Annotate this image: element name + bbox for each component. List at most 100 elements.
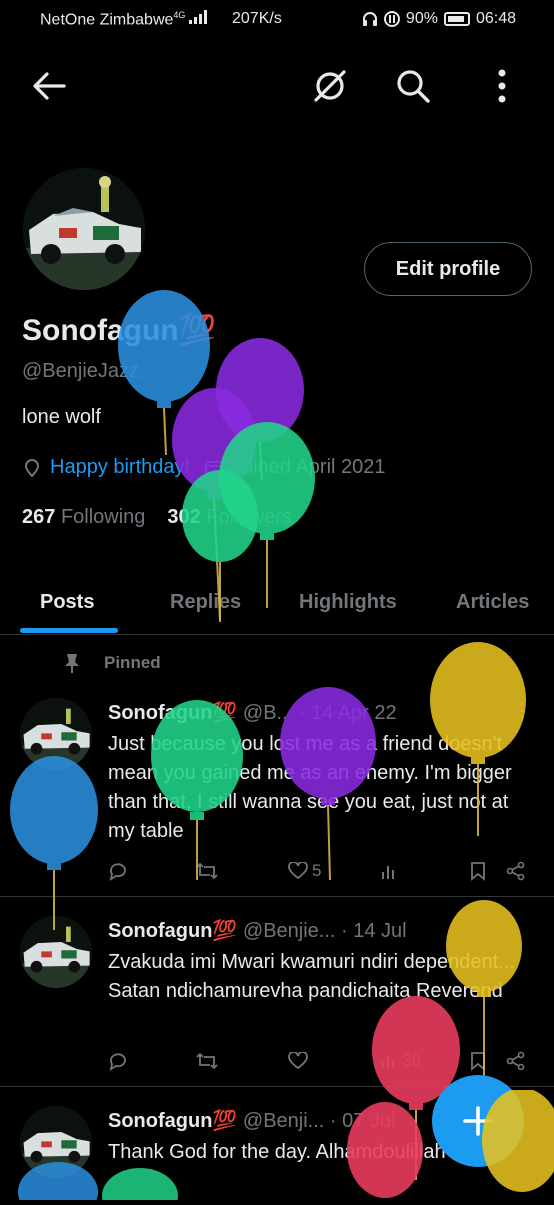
top-bar [0,52,554,122]
reply-icon [109,863,126,881]
profile-handle: @BenjieJazz [22,360,140,382]
tab-highlights[interactable]: Highlights [299,570,397,634]
views-icon [382,1056,394,1069]
car-photo [20,916,92,988]
calendar-icon [205,460,224,477]
profile-avatar[interactable] [20,165,148,293]
edit-profile-button[interactable]: Edit profile [364,242,532,296]
search-button[interactable] [391,64,435,108]
heart-icon [288,862,308,880]
reply-icon [109,1053,126,1071]
pinned-text: Pinned [104,653,161,672]
post-author[interactable]: Sonofagun💯 [108,920,237,942]
like-button[interactable] [288,1052,308,1070]
post-item[interactable]: Sonofagun💯 @B... · 14 Apr 22 ⋮ Just beca… [0,680,554,897]
profile-tabs: Posts Replies Highlights Articles [0,570,554,635]
repost-icon [196,1052,218,1070]
pinned-label: Pinned [64,652,161,674]
followers-link[interactable]: 302 Followers [167,506,292,529]
post-avatar[interactable] [20,698,92,770]
post-avatar[interactable] [20,916,92,988]
post-item[interactable]: Sonofagun💯 @Benjie... · 14 Jul Zvakuda i… [0,898,554,1087]
location-pin-icon [24,458,40,477]
back-button[interactable] [27,64,71,108]
post-text: Just because you lost me as a friend doe… [108,733,512,842]
post-header: Sonofagun💯 @Benjie... · 14 Jul [108,918,407,943]
share-button[interactable] [506,1051,526,1071]
profile-name: Sonofagun💯 [22,314,216,347]
search-icon [397,70,430,103]
birthday-link[interactable]: Happy birthday! [50,456,190,479]
battery-percent: 90% [405,10,438,27]
grok-button[interactable] [308,64,352,108]
bookmark-icon [471,1052,485,1071]
arrow-left-icon [33,72,66,100]
headphones-icon [362,12,377,26]
views-button[interactable]: 36 [380,1051,421,1071]
plus-icon [463,1106,493,1136]
post-header: Sonofagun💯 @B... · 14 Apr 22 [108,700,397,725]
like-button[interactable]: 5 [288,861,321,881]
signal-icon [189,10,208,25]
bookmark-icon [471,862,485,881]
following-count: 267 [22,506,56,528]
joined-date: Joined April 2021 [232,456,386,478]
car-photo [20,1106,92,1178]
network-speed: 207K/s [232,10,282,27]
post-author[interactable]: Sonofagun💯 [108,702,237,724]
status-right: 90% 06:48 [362,10,516,28]
share-icon [506,861,525,881]
bookmark-button[interactable] [470,861,486,881]
post-text: Zvakuda imi Mwari kwamuri ndiri dependen… [108,951,515,1002]
following-link[interactable]: 267 Following [22,506,145,529]
post-more-icon[interactable]: ⋮ [512,698,532,723]
repost-button[interactable] [196,861,218,881]
status-bar: NetOne Zimbabwe4G 207K/s 90% 06:48 [0,0,554,38]
profile-meta: Happy birthday! Joined April 2021 [22,456,386,479]
views-icon [382,866,394,879]
reply-button[interactable] [108,1051,128,1071]
post-handle: @Benji... [242,1110,325,1132]
share-icon [506,1051,525,1071]
tab-posts[interactable]: Posts [40,570,94,634]
post-handle: @Benjie... [242,920,336,942]
view-count: 36 [402,1051,421,1070]
like-count: 5 [312,861,322,880]
clock: 06:48 [475,10,516,27]
more-vertical-icon [498,69,506,103]
bookmark-button[interactable] [470,1051,486,1071]
compose-button[interactable] [432,1075,524,1167]
profile-bio: lone wolf [22,406,101,428]
battery-icon [443,12,470,26]
post-actions: 36 [108,1048,528,1074]
carrier-name: NetOne Zimbabwe4G [40,10,208,29]
reply-button[interactable] [108,861,128,881]
post-date: · 14 Jul [341,920,407,942]
share-button[interactable] [506,861,526,881]
followers-count: 302 [167,506,201,528]
followers-label: Followers [206,506,292,528]
post-handle: @B... [242,702,294,724]
repost-button[interactable] [196,1051,218,1071]
tab-replies[interactable]: Replies [170,570,241,634]
pin-icon [65,654,79,673]
post-actions: 5 [108,858,528,884]
post-avatar[interactable] [20,1106,92,1178]
follow-stats: 267 Following 302 Followers [22,506,292,529]
post-date: · 07 Jul [329,1110,396,1132]
data-saver-icon [383,11,400,27]
car-photo [23,168,145,290]
more-button[interactable] [480,64,524,108]
network-type: 4G [173,10,186,20]
heart-icon [288,1052,308,1070]
tab-articles[interactable]: Articles [456,570,529,634]
grok-icon [314,70,346,102]
post-date: · 14 Apr 22 [298,702,397,724]
following-label: Following [60,506,146,528]
repost-icon [196,862,218,880]
carrier-text: NetOne Zimbabwe [40,11,174,29]
post-author[interactable]: Sonofagun💯 [108,1110,237,1132]
post-header: Sonofagun💯 @Benji... · 07 Jul [108,1108,396,1133]
car-photo [20,698,92,770]
views-button[interactable] [380,862,398,880]
